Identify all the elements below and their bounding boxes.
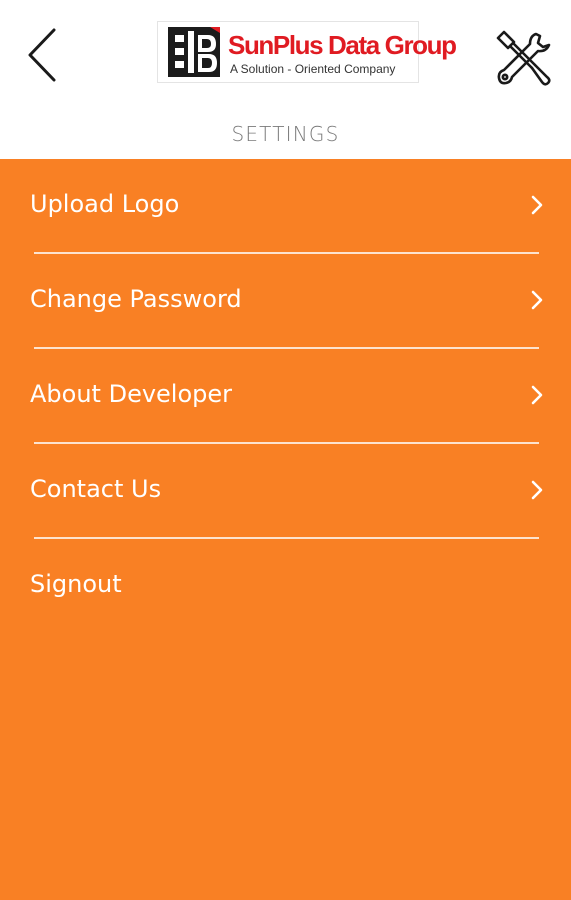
settings-bar: SETTINGS <box>0 110 571 159</box>
chevron-left-icon <box>28 28 56 82</box>
menu-item-label: Change Password <box>30 285 242 313</box>
menu-item-label: Contact Us <box>30 475 162 503</box>
menu-item-signout[interactable]: Signout <box>0 539 571 634</box>
company-logo: SunPlus Data Group A Solution - Oriented… <box>157 21 457 83</box>
logo-title: SunPlus Data Group <box>228 30 457 60</box>
page-title: SETTINGS <box>231 122 340 146</box>
menu-item-contact-us[interactable]: Contact Us <box>0 444 571 539</box>
chevron-right-icon <box>531 290 543 310</box>
menu-item-upload-logo[interactable]: Upload Logo <box>0 159 571 254</box>
logo-tagline: A Solution - Oriented Company <box>230 62 396 76</box>
menu-item-label: Upload Logo <box>30 190 180 218</box>
chevron-right-icon <box>531 480 543 500</box>
menu-item-label: Signout <box>30 570 122 598</box>
app-header: SunPlus Data Group A Solution - Oriented… <box>0 0 571 111</box>
settings-menu: Upload Logo Change Password About Develo… <box>0 159 571 900</box>
logo-mark-icon <box>168 27 220 77</box>
tools-button[interactable] <box>492 28 554 90</box>
wrench-screwdriver-icon <box>496 30 551 86</box>
chevron-right-icon <box>531 195 543 215</box>
menu-item-label: About Developer <box>30 380 233 408</box>
back-button[interactable] <box>18 22 68 88</box>
menu-item-about-developer[interactable]: About Developer <box>0 349 571 444</box>
chevron-right-icon <box>531 385 543 405</box>
menu-item-change-password[interactable]: Change Password <box>0 254 571 349</box>
